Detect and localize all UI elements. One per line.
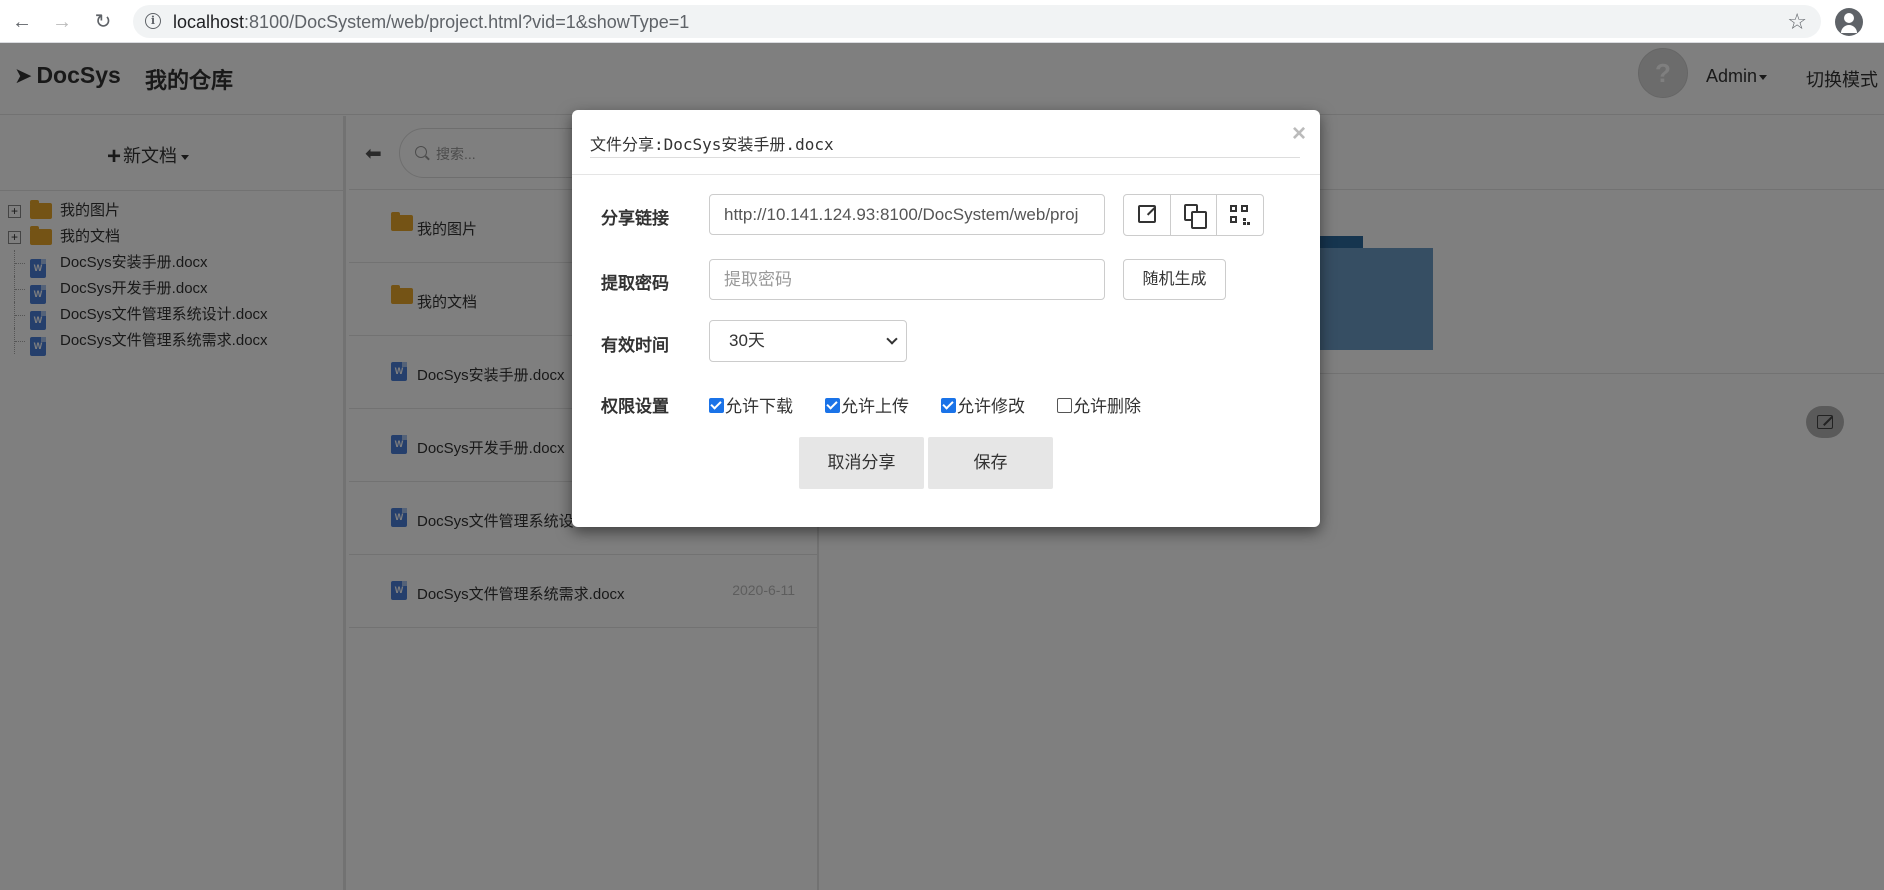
copy-link-button[interactable]	[1171, 195, 1218, 235]
share-link-label: 分享链接	[601, 209, 669, 228]
cancel-share-button[interactable]: 取消分享	[799, 437, 924, 489]
permission-delete-checkbox[interactable]: 允许删除	[1057, 392, 1141, 417]
checkbox-checked-icon[interactable]	[941, 398, 956, 413]
forward-icon[interactable]: →	[48, 8, 76, 36]
checkbox-checked-icon[interactable]	[709, 398, 724, 413]
share-dialog: 文件分享:DocSys安装手册.docx × 分享链接 http://10.14…	[572, 110, 1320, 527]
checkbox-checked-icon[interactable]	[825, 398, 840, 413]
back-icon[interactable]: ←	[8, 8, 36, 36]
url-text: localhost:8100/DocSystem/web/project.htm…	[173, 12, 690, 32]
share-link-input[interactable]: http://10.141.124.93:8100/DocSystem/web/…	[709, 194, 1105, 235]
expiry-select[interactable]: 30天	[709, 320, 907, 362]
save-button[interactable]: 保存	[928, 437, 1053, 489]
permission-modify-checkbox[interactable]: 允许修改	[941, 392, 1025, 417]
copy-icon	[1183, 204, 1207, 229]
qrcode-icon	[1230, 205, 1251, 225]
password-label: 提取密码	[601, 274, 669, 293]
open-link-button[interactable]	[1124, 195, 1171, 235]
address-bar[interactable]: i localhost:8100/DocSystem/web/project.h…	[133, 5, 1821, 38]
permission-label: 权限设置	[601, 397, 669, 416]
expiry-label: 有效时间	[601, 336, 669, 355]
permission-upload-checkbox[interactable]: 允许上传	[825, 392, 909, 417]
profile-icon[interactable]	[1835, 8, 1863, 36]
random-generate-button[interactable]: 随机生成	[1123, 259, 1226, 300]
close-icon[interactable]: ×	[1292, 122, 1306, 146]
browser-toolbar: ← → ↻ i localhost:8100/DocSystem/web/pro…	[0, 0, 1884, 43]
dialog-title: 文件分享:DocSys安装手册.docx	[590, 131, 1300, 158]
chevron-down-icon	[886, 333, 898, 345]
qrcode-button[interactable]	[1217, 195, 1263, 235]
permission-download-checkbox[interactable]: 允许下载	[709, 392, 793, 417]
bookmark-star-icon[interactable]: ☆	[1787, 9, 1807, 35]
password-input[interactable]: 提取密码	[709, 259, 1105, 300]
info-icon[interactable]: i	[145, 13, 161, 29]
checkbox-unchecked-icon[interactable]	[1057, 398, 1072, 413]
share-link-actions	[1123, 194, 1264, 236]
dialog-header: 文件分享:DocSys安装手册.docx ×	[572, 110, 1320, 175]
reload-icon[interactable]: ↻	[89, 8, 117, 36]
external-link-icon	[1138, 205, 1156, 223]
